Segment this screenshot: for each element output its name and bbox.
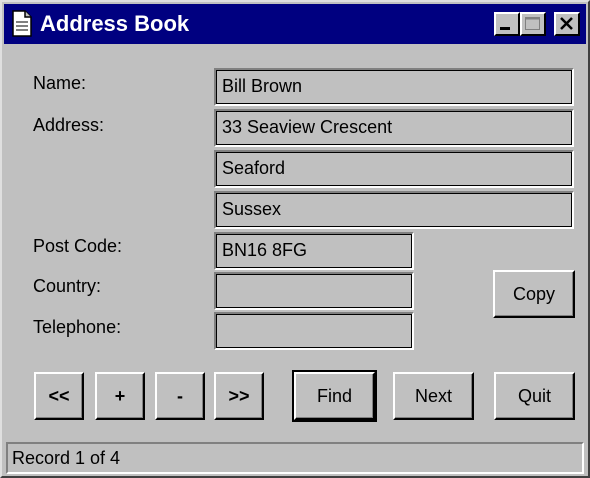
quit-button[interactable]: Quit — [494, 372, 575, 420]
postcode-field[interactable]: BN16 8FG — [214, 232, 414, 270]
document-icon — [12, 10, 32, 37]
first-record-button[interactable]: << — [34, 372, 84, 420]
find-button[interactable]: Find — [292, 370, 377, 422]
address-line3-field[interactable]: Sussex — [214, 191, 574, 229]
country-field[interactable] — [214, 272, 414, 310]
telephone-label: Telephone: — [33, 317, 122, 337]
minimize-button[interactable] — [494, 12, 520, 36]
add-record-button[interactable]: + — [95, 372, 145, 420]
delete-record-button[interactable]: - — [155, 372, 205, 420]
maximize-button[interactable] — [520, 12, 546, 36]
window-title: Address Book — [40, 11, 190, 36]
last-record-button[interactable]: >> — [214, 372, 264, 420]
address-label: Address: — [33, 115, 105, 135]
minimize-icon — [500, 27, 510, 30]
telephone-field[interactable] — [214, 312, 414, 350]
address-book-window: Address Book Name: Address: Post Code: C… — [0, 0, 590, 478]
status-bar: Record 1 of 4 — [6, 442, 584, 474]
copy-button[interactable]: Copy — [493, 270, 575, 318]
name-field[interactable]: Bill Brown — [214, 68, 574, 106]
name-label: Name: — [33, 73, 87, 93]
close-button[interactable] — [554, 12, 580, 36]
address-line1-field[interactable]: 33 Seaview Crescent — [214, 109, 574, 147]
maximize-icon — [525, 17, 540, 30]
next-button[interactable]: Next — [393, 372, 474, 420]
postcode-label: Post Code: — [33, 236, 123, 256]
country-label: Country: — [33, 276, 102, 296]
address-line2-field[interactable]: Seaford — [214, 150, 574, 188]
title-bar[interactable]: Address Book — [4, 4, 586, 44]
close-icon — [560, 17, 573, 30]
